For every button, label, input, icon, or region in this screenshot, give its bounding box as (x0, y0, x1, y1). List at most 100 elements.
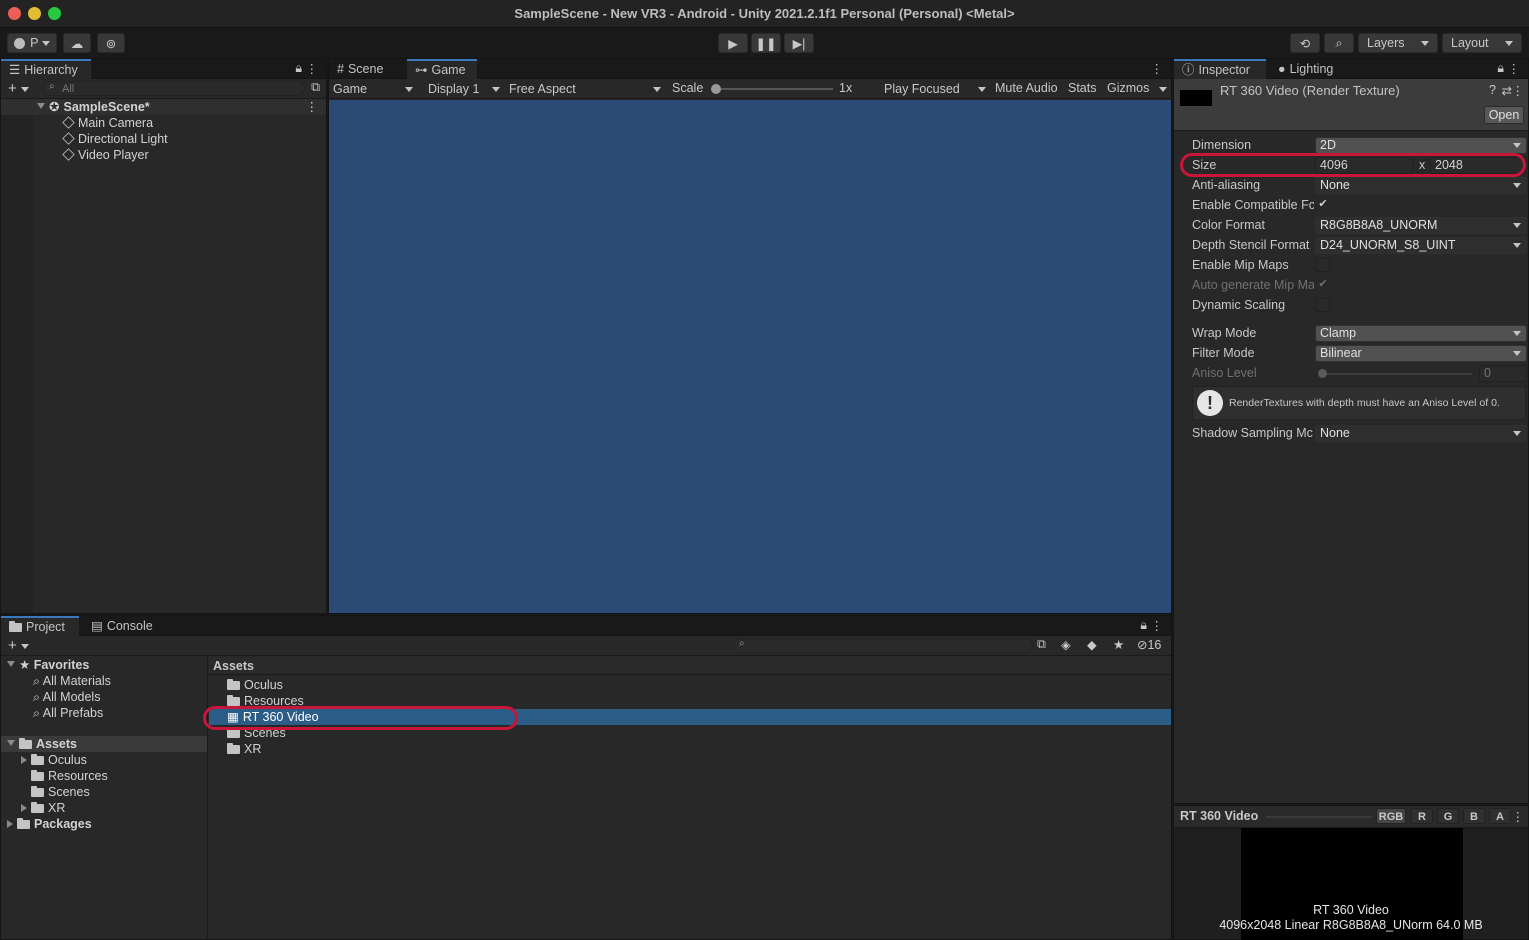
dimension-dropdown[interactable]: 2D (1315, 137, 1527, 154)
channel-rgb-button[interactable]: RGB (1376, 808, 1406, 824)
breadcrumb-assets[interactable]: Assets (213, 659, 254, 673)
shadow-sampling-dropdown[interactable]: None (1315, 425, 1527, 442)
add-icon[interactable]: + (8, 80, 29, 97)
hidden-count: 16 (1147, 638, 1162, 652)
channel-g-button[interactable]: G (1437, 808, 1459, 824)
open-button[interactable]: Open (1484, 106, 1524, 124)
tree-folder[interactable]: Oculus (21, 752, 87, 768)
display-dropdown[interactable]: Display 1 (428, 80, 502, 98)
hierarchy-item[interactable]: Main Camera (62, 115, 153, 131)
tab-scene-label: Scene (347, 62, 384, 76)
favorite-star-icon[interactable]: ★ (1113, 637, 1124, 652)
file-item[interactable]: XR (227, 741, 261, 757)
play-focused-dropdown[interactable]: Play Focused (884, 80, 988, 98)
color-format-dropdown[interactable]: R8G8B8A8_UNORM (1315, 217, 1527, 234)
tab-project[interactable]: Project (1, 616, 79, 636)
tab-inspector-label: Inspector (1198, 63, 1250, 77)
more-menu-icon[interactable]: ⋮ (1151, 618, 1164, 633)
scale-slider[interactable] (711, 84, 833, 94)
step-button[interactable]: ▶| (784, 33, 814, 53)
game-viewport[interactable] (329, 100, 1171, 613)
wrap-mode-dropdown[interactable]: Clamp (1315, 325, 1527, 342)
more-menu-icon[interactable]: ⋮ (1151, 61, 1164, 76)
file-item[interactable]: Oculus (227, 677, 283, 693)
folder-icon (227, 727, 240, 738)
hierarchy-item[interactable]: Directional Light (62, 131, 168, 147)
scale-slider-handle[interactable] (711, 84, 721, 94)
filter-mode-dropdown[interactable]: Bilinear (1315, 345, 1527, 362)
search-icon: ⌕ (49, 81, 55, 92)
hierarchy-search-input[interactable] (43, 81, 305, 96)
play-button[interactable]: ▶ (718, 33, 748, 53)
anti-aliasing-value: None (1320, 178, 1350, 192)
star-icon: ★ (19, 658, 34, 672)
packages-tree-item[interactable]: Packages (7, 816, 92, 832)
hidden-packages-toggle[interactable]: ⊘16 (1137, 637, 1161, 652)
history-button[interactable]: ⟲ (1290, 33, 1320, 53)
display-mode-label: Game (333, 82, 368, 96)
channel-r-button[interactable]: R (1411, 808, 1433, 824)
collab-button[interactable]: ⊚ (97, 33, 125, 53)
scene-visibility-icon[interactable]: ⧉ (311, 80, 320, 95)
preview-drag-bar[interactable] (1266, 816, 1372, 818)
cloud-button[interactable]: ☁ (63, 33, 91, 53)
tree-folder[interactable]: XR (21, 800, 65, 816)
assets-tree-item[interactable]: Assets (1, 736, 207, 752)
preview-info: 4096x2048 Linear R8G8B8A8_UNorm 64.0 MB (1219, 918, 1483, 932)
filter-type-icon[interactable]: ◈ (1061, 637, 1071, 652)
mip-maps-checkbox[interactable] (1316, 258, 1330, 272)
lock-icon[interactable]: 🔒︎ (1140, 618, 1147, 633)
account-dropdown[interactable]: P (7, 33, 57, 53)
tab-lighting[interactable]: ● Lighting (1270, 59, 1350, 79)
compatible-format-checkbox[interactable]: ✔ (1316, 198, 1330, 212)
favorite-item[interactable]: ⌕ All Models (33, 689, 100, 705)
tab-game[interactable]: ⊶ Game (407, 59, 477, 79)
create-icon[interactable]: + (8, 637, 29, 654)
aspect-dropdown[interactable]: Free Aspect (509, 80, 663, 98)
file-label: Oculus (244, 678, 283, 692)
channel-b-button[interactable]: B (1463, 808, 1485, 824)
search-button[interactable]: ⌕ (1324, 33, 1354, 53)
gizmos-toggle[interactable]: Gizmos (1107, 81, 1149, 95)
hierarchy-item[interactable]: Video Player (62, 147, 149, 163)
assets-tree-label: Assets (36, 737, 77, 751)
dynamic-scaling-checkbox[interactable] (1316, 298, 1330, 312)
tree-folder[interactable]: Scenes (31, 784, 90, 800)
preset-icon[interactable]: ⇄ (1502, 83, 1512, 98)
tab-inspector[interactable]: ⓘ Inspector (1174, 59, 1266, 79)
folder-icon (31, 786, 44, 797)
lock-icon[interactable]: 🔒︎ (1497, 61, 1504, 76)
project-search-input[interactable] (733, 638, 1033, 653)
mute-audio-toggle[interactable]: Mute Audio (995, 81, 1058, 95)
layers-dropdown[interactable]: Layers (1358, 33, 1438, 53)
display-mode-dropdown[interactable]: Game (333, 80, 417, 98)
folder-icon (31, 802, 44, 813)
favorite-item[interactable]: ⌕ All Materials (33, 673, 111, 689)
search-by-type-icon[interactable]: ⧉ (1037, 637, 1046, 652)
gizmos-dropdown-icon[interactable] (1159, 87, 1167, 92)
layout-dropdown[interactable]: Layout (1442, 33, 1522, 53)
preview-menu-icon[interactable]: ⋮ (1512, 809, 1525, 824)
more-menu-icon[interactable]: ⋮ (1508, 61, 1521, 76)
depth-format-dropdown[interactable]: D24_UNORM_S8_UINT (1315, 237, 1527, 254)
game-panel: # Scene ⊶ Game ⋮ Game Display 1 Free Aspec… (328, 58, 1172, 614)
more-menu-icon[interactable]: ⋮ (306, 61, 319, 76)
favorite-item[interactable]: ⌕ All Prefabs (33, 705, 103, 721)
scene-row[interactable]: ✪ SampleScene* ⋮ (1, 99, 326, 115)
tree-folder[interactable]: Resources (31, 768, 108, 784)
stats-toggle[interactable]: Stats (1068, 81, 1097, 95)
asset-menu-icon[interactable]: ⋮ (1512, 83, 1525, 98)
scene-menu-icon[interactable]: ⋮ (306, 99, 319, 115)
help-icon[interactable]: ? (1489, 83, 1496, 97)
main-toolbar: P ☁ ⊚ ▶ ❚❚ ▶| ⟲ ⌕ Layers Layout (0, 28, 1529, 58)
anti-aliasing-dropdown[interactable]: None (1315, 177, 1527, 194)
pause-button[interactable]: ❚❚ (751, 33, 781, 53)
lock-icon[interactable]: 🔒︎ (295, 61, 302, 76)
label-icon[interactable]: ◆ (1087, 637, 1097, 652)
tab-scene[interactable]: # Scene (329, 59, 403, 79)
channel-a-button[interactable]: A (1489, 808, 1511, 824)
depth-format-value: D24_UNORM_S8_UINT (1320, 238, 1456, 252)
tab-hierarchy[interactable]: ☰ Hierarchy (1, 59, 91, 79)
tab-console[interactable]: ▤ Console (83, 616, 163, 636)
favorites-item[interactable]: ★ Favorites (7, 657, 89, 673)
